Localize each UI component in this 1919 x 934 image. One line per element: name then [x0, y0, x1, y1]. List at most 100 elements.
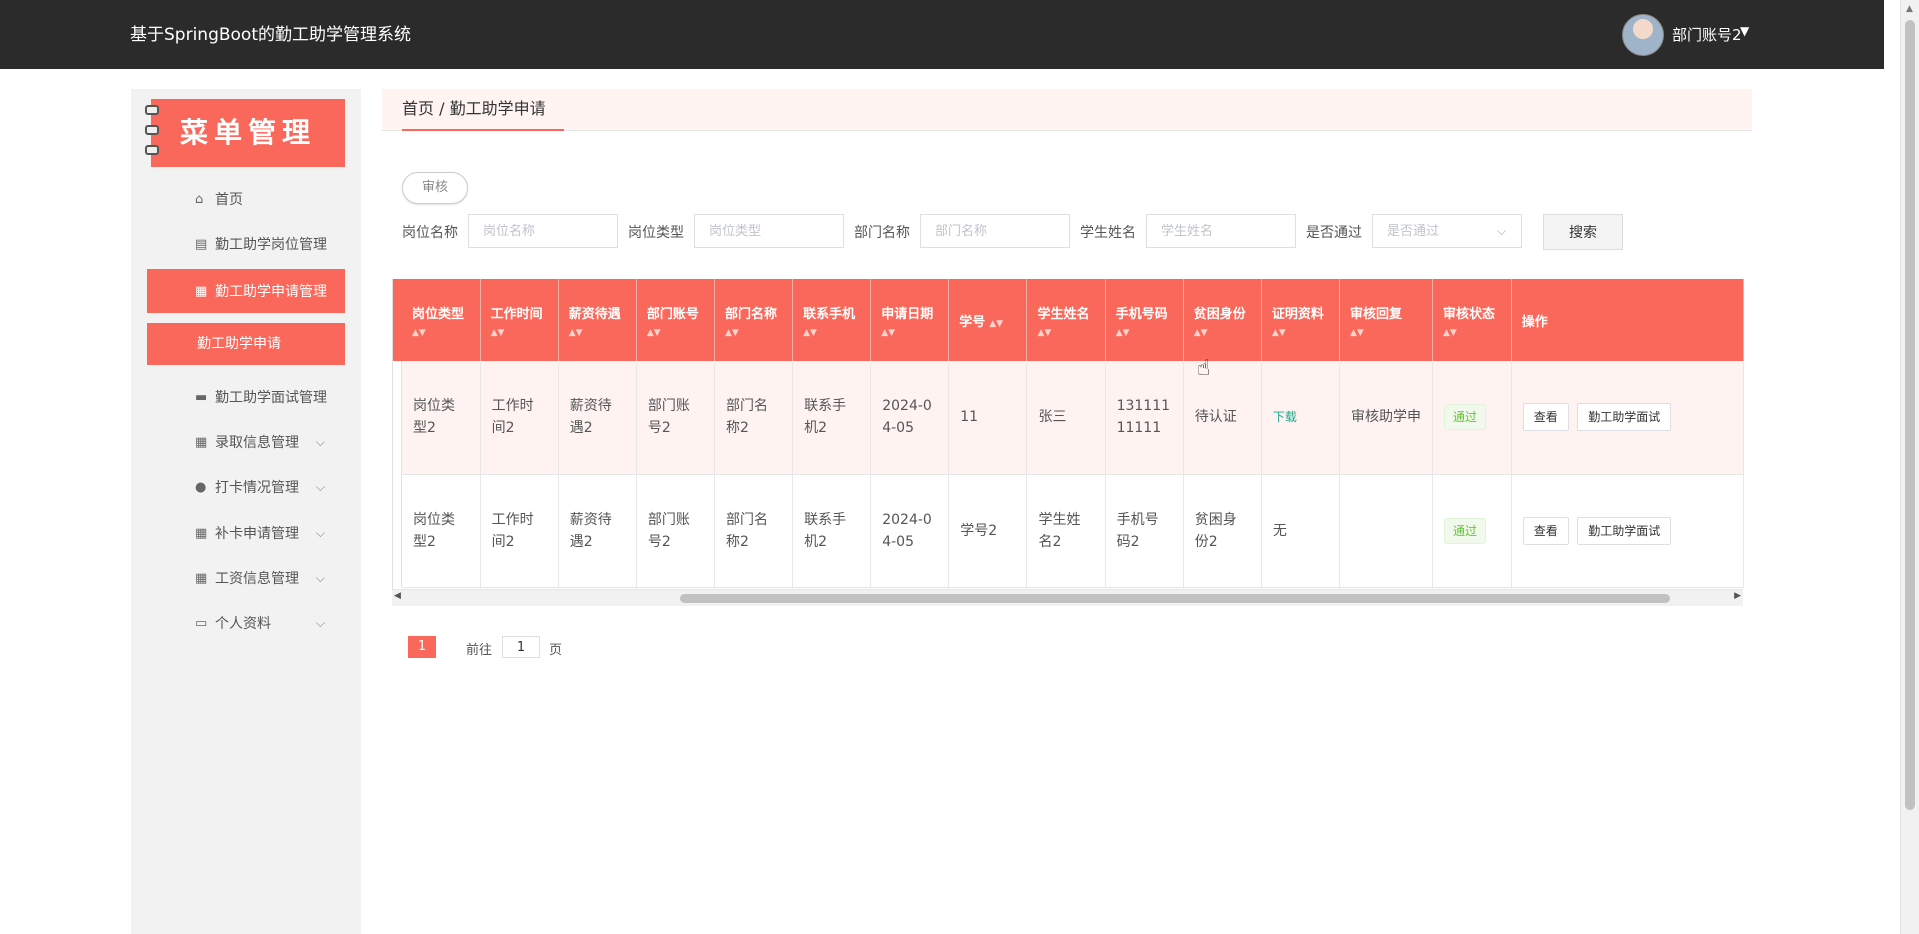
table-cell	[1339, 474, 1433, 588]
scrollbar-thumb[interactable]	[680, 594, 1670, 603]
top-bar: 基于SpringBoot的勤工助学管理系统 部门账号2 ▼	[0, 0, 1884, 69]
interview-button[interactable]: 勤工助学面试	[1577, 403, 1672, 432]
column-header[interactable]: 申请日期 ▲▼	[870, 279, 950, 361]
column-header[interactable]: 工作时间 ▲▼	[480, 279, 559, 361]
scroll-right-icon[interactable]: ▶	[1734, 591, 1741, 601]
position-name-input[interactable]	[468, 214, 618, 248]
column-header[interactable]: 薪资待遇 ▲▼	[558, 279, 637, 361]
sidebar-item-makeup[interactable]: ▦ 补卡申请管理 ⌵	[147, 511, 345, 555]
column-header[interactable]: 学生姓名 ▲▼	[1026, 279, 1106, 361]
user-icon: ●	[195, 479, 207, 495]
table-cell: 2024-04-05	[870, 474, 950, 588]
sort-icon[interactable]: ▲▼	[647, 328, 704, 338]
grid-icon: ▦	[195, 434, 208, 450]
horizontal-scrollbar[interactable]: ◀ ▶	[392, 589, 1743, 606]
clipboard-icon: ▤	[195, 236, 208, 252]
table-cell: 张三	[1026, 361, 1106, 475]
table-cell: 部门账号2	[636, 361, 715, 475]
vertical-scrollbar[interactable]: ▲	[1900, 0, 1919, 934]
column-header[interactable]: 审核状态 ▲▼	[1432, 279, 1512, 361]
sort-icon[interactable]: ▲▼	[803, 328, 860, 338]
position-type-input[interactable]	[694, 214, 844, 248]
table-cell: 通过	[1432, 474, 1512, 588]
chevron-down-icon: ⌵	[315, 570, 325, 585]
sort-icon[interactable]: ▲▼	[1272, 328, 1329, 338]
column-header[interactable]: 审核回复 ▲▼	[1339, 279, 1433, 361]
table-cell: 2024-04-05	[870, 361, 950, 475]
sidebar-item-label: 个人资料	[215, 616, 271, 632]
sidebar-subitem-application[interactable]: 勤工助学申请	[147, 323, 345, 365]
breadcrumb[interactable]: 首页 / 勤工助学申请	[402, 89, 564, 131]
sidebar-item-checkin[interactable]: ● 打卡情况管理 ⌵	[147, 465, 345, 509]
sidebar-item-admission[interactable]: ▦ 录取信息管理 ⌵	[147, 420, 345, 464]
table-cell: 手机号码2	[1105, 474, 1184, 588]
sidebar-item-profile[interactable]: ▭ 个人资料 ⌵	[147, 601, 345, 645]
view-button[interactable]: 查看	[1522, 516, 1569, 545]
sidebar-item-interviews[interactable]: ▬ 勤工助学面试管理	[147, 375, 345, 419]
app-title: 基于SpringBoot的勤工助学管理系统	[130, 25, 411, 45]
table-cell: 岗位类型2	[402, 474, 481, 588]
sort-icon[interactable]: ▲▼	[1194, 328, 1251, 338]
sidebar-item-label: 勤工助学申请管理	[215, 284, 327, 300]
sidebar-item-label: 录取信息管理	[215, 435, 299, 451]
sidebar-item-home[interactable]: ⌂ 首页	[147, 177, 345, 221]
column-header[interactable]: 岗位类型 ▲▼	[402, 279, 481, 361]
column-header[interactable]: 部门名称 ▲▼	[714, 279, 794, 361]
sidebar-item-positions[interactable]: ▤ 勤工助学岗位管理	[147, 222, 345, 266]
sort-icon[interactable]: ▲▼	[725, 328, 782, 338]
home-icon: ⌂	[195, 191, 204, 207]
column-header[interactable]: 手机号码 ▲▼	[1105, 279, 1184, 361]
sidebar-item-label: 首页	[215, 192, 243, 208]
sidebar-item-label: 工资信息管理	[215, 571, 299, 587]
table-cell: 审核助学申	[1339, 361, 1433, 475]
sort-icon[interactable]: ▲▼	[1037, 328, 1094, 338]
table-header-row: 岗位类型 ▲▼ 工作时间 ▲▼ 薪资待遇 ▲▼ 部门账号 ▲▼ 部门名称 ▲▼ 联系手机 ▲…	[402, 279, 1744, 361]
sort-icon[interactable]: ▲▼	[491, 328, 548, 338]
sort-icon[interactable]: ▲▼	[1443, 328, 1501, 338]
sort-icon[interactable]: ▲▼	[1116, 328, 1173, 338]
page-number-current[interactable]: 1	[408, 636, 436, 658]
table-cell: 部门名称2	[714, 474, 794, 588]
column-header[interactable]: 部门账号 ▲▼	[636, 279, 715, 361]
sidebar-item-label: 勤工助学岗位管理	[215, 237, 327, 253]
sidebar-item-label: 补卡申请管理	[215, 526, 299, 542]
sidebar-item-salary[interactable]: ▦ 工资信息管理 ⌵	[147, 556, 345, 600]
binder-rings-icon	[145, 105, 159, 165]
table-cell: 贫困身份2	[1183, 474, 1262, 588]
student-name-input[interactable]	[1146, 214, 1296, 248]
interview-button[interactable]: 勤工助学面试	[1577, 516, 1672, 545]
sidebar-item-applications[interactable]: ▦ 勤工助学申请管理	[147, 269, 345, 313]
sort-icon[interactable]: ▲▼	[989, 319, 1003, 329]
column-header[interactable]: 证明资料 ▲▼	[1261, 279, 1340, 361]
department-name-input[interactable]	[920, 214, 1070, 248]
goto-page-input[interactable]: 1	[502, 636, 540, 658]
column-header[interactable]: 贫困身份 ▲▼	[1183, 279, 1262, 361]
sort-icon[interactable]: ▲▼	[569, 328, 626, 338]
table-cell: 无	[1261, 474, 1340, 588]
sidebar-item-label: 勤工助学申请	[197, 336, 281, 352]
scroll-left-icon[interactable]: ◀	[394, 591, 401, 601]
search-button[interactable]: 搜索	[1543, 214, 1623, 250]
sort-icon[interactable]: ▲▼	[1350, 328, 1422, 338]
table-cell: 部门账号2	[636, 474, 715, 588]
download-link[interactable]: 下载	[1273, 410, 1297, 424]
column-header[interactable]: 联系手机 ▲▼	[792, 279, 872, 361]
position-type-label: 岗位类型	[628, 225, 684, 241]
position-name-label: 岗位名称	[402, 225, 458, 241]
scroll-up-icon[interactable]: ▲	[1906, 4, 1913, 14]
table-cell: 工作时间2	[480, 361, 559, 475]
user-name[interactable]: 部门账号2	[1672, 24, 1742, 45]
scrollbar-thumb[interactable]	[1905, 20, 1915, 810]
view-button[interactable]: 查看	[1522, 403, 1569, 432]
chevron-down-icon: ⌵	[315, 479, 325, 494]
audit-button[interactable]: 审核	[402, 172, 468, 204]
table-cell: 下载	[1261, 361, 1340, 475]
chevron-down-icon[interactable]: ▼	[1740, 24, 1749, 38]
sort-icon[interactable]: ▲▼	[881, 328, 938, 338]
status-badge: 通过	[1443, 404, 1486, 431]
sort-icon[interactable]: ▲▼	[412, 328, 470, 338]
avatar[interactable]	[1622, 14, 1664, 56]
column-header[interactable]: 学号 ▲▼	[948, 279, 1028, 361]
table-row: 岗位类型2 工作时间2 薪资待遇2 部门账号2 部门名称2 联系手机2 2024…	[402, 474, 1744, 588]
table-cell: 待认证	[1183, 361, 1262, 475]
